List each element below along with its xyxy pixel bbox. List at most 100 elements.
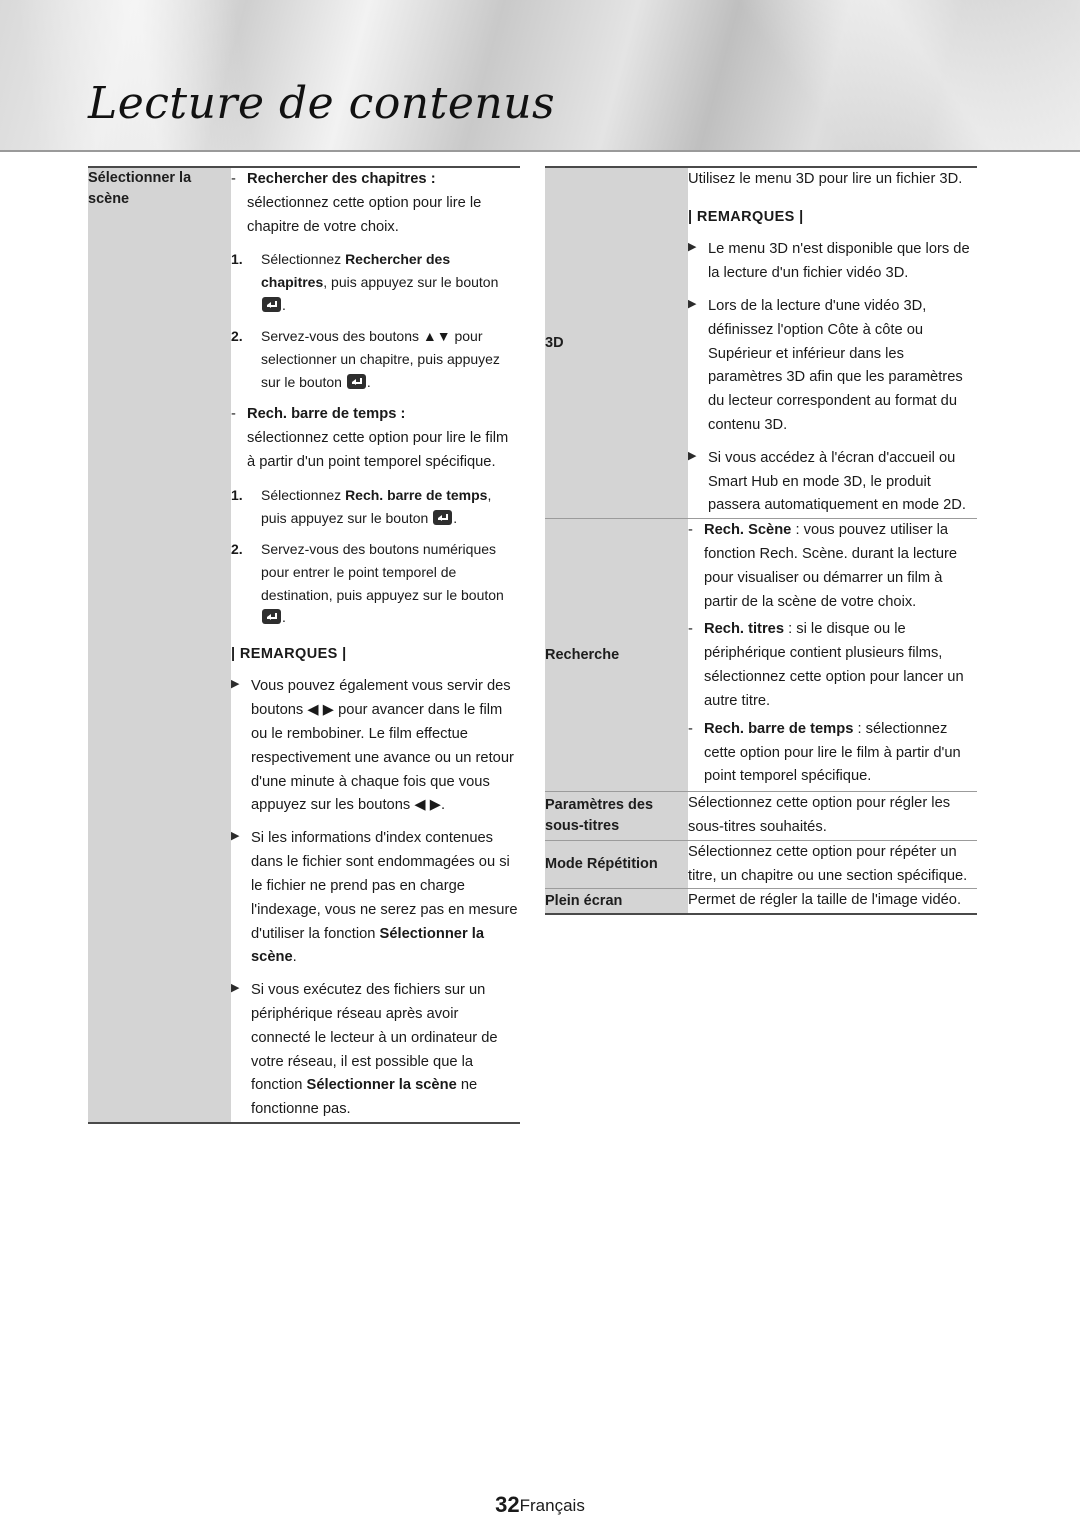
row-label-fullscreen: Plein écran: [545, 888, 688, 916]
item-title: Rechercher des chapitres: [247, 171, 427, 187]
remark-item: ▶ Vous pouvez également vous servir des …: [231, 675, 520, 818]
item-desc: sélectionnez cette option pour lire le c…: [247, 194, 482, 235]
list-item: 1. Sélectionnez Rechercher des chapitres…: [231, 248, 520, 316]
right-column: 3D Utilisez le menu 3D pour lire un fich…: [545, 166, 977, 916]
remarks-heading: | REMARQUES |: [688, 208, 804, 225]
step-pre: Servez-vous des boutons: [261, 328, 423, 345]
list-item: - Rech. titres : si le disque ou le péri…: [688, 618, 977, 713]
page-number: 32: [495, 1492, 520, 1517]
triangle-bullet-icon: ▶: [231, 678, 240, 691]
row-body-recherche: - Rech. Scène : vous pouvez utiliser la …: [688, 518, 977, 793]
step-number: 1.: [231, 486, 243, 503]
remarks-heading: | REMARQUES |: [231, 645, 347, 662]
table-row: Mode Répétition Sélectionnez cette optio…: [545, 840, 977, 890]
row-label-text: 3D: [545, 334, 564, 351]
remark-bold-2: Sélectionner la scène: [306, 1077, 457, 1094]
step-pre: Sélectionnez: [261, 486, 346, 503]
remark-text: Si vous accédez à l'écran d'accueil ou S…: [708, 449, 966, 514]
list-item: - Rech. barre de temps : sélectionnez ce…: [688, 718, 977, 789]
row-body-fullscreen: Permet de régler la taille de l'image vi…: [688, 888, 977, 916]
row-body-3d: Utilisez le menu 3D pour lire un fichier…: [688, 166, 977, 520]
enter-key-icon: [346, 373, 366, 389]
playback-options-table: 3D Utilisez le menu 3D pour lire un fich…: [545, 166, 977, 916]
remark-item: ▶ Si vous exécutez des fichiers sur un p…: [231, 979, 520, 1122]
triangle-bullet-icon: ▶: [688, 241, 697, 254]
dash-bullet-icon: -: [688, 522, 693, 539]
remark-text: Lors de la lecture d'une vidéo 3D, défin…: [708, 297, 963, 433]
page-header: Lecture de contenus: [0, 0, 1080, 152]
row-text: Permet de régler la taille de l'image vi…: [688, 892, 962, 909]
remark-item: ▶ Si les informations d'index contenues …: [231, 827, 520, 970]
left-right-arrow-icon: ◀ ▶: [307, 702, 335, 719]
table-row: Plein écran Permet de régler la taille d…: [545, 888, 977, 916]
item-title: Rech. barre de temps: [704, 720, 854, 737]
step-tail: .: [282, 296, 286, 313]
triangle-bullet-icon: ▶: [688, 449, 697, 462]
step-number: 2.: [231, 541, 243, 558]
item-title: Rech. Scène: [704, 522, 792, 539]
table-row: 3D Utilisez le menu 3D pour lire un fich…: [545, 166, 977, 520]
triangle-bullet-icon: ▶: [231, 982, 240, 995]
dash-bullet-icon: -: [688, 720, 693, 737]
enter-key-icon: [262, 296, 281, 312]
remark-text-0c: .: [440, 797, 446, 814]
updown-arrow-icon: ▲▼: [422, 328, 451, 345]
row-text: Sélectionnez cette option pour régler le…: [688, 795, 951, 835]
step-post: , puis appuyez sur le bouton: [323, 274, 499, 291]
row-body-repeat-mode: Sélectionnez cette option pour répéter u…: [688, 840, 977, 890]
page-body: Sélectionner la scène - Rechercher des c…: [0, 152, 1080, 1532]
table-row: Sélectionner la scène - Rechercher des c…: [88, 165, 520, 1125]
triangle-bullet-icon: ▶: [688, 297, 697, 310]
footer-language: Français: [519, 1496, 585, 1515]
item-title: Rech. titres: [704, 621, 784, 638]
list-item: 2. Servez-vous des boutons numériques po…: [231, 538, 520, 629]
row-body-scene-select: - Rechercher des chapitres : sélectionne…: [231, 165, 520, 1125]
enter-key-icon: [433, 509, 453, 525]
step-bold: Rech. barre de temps: [345, 486, 488, 503]
item-colon: :: [426, 171, 436, 187]
item-title: Rech. barre de temps: [247, 406, 397, 423]
list-item: 2. Servez-vous des boutons ▲▼ pour selec…: [231, 325, 520, 393]
scene-select-table: Sélectionner la scène - Rechercher des c…: [88, 165, 520, 1125]
remark-item: ▶ Le menu 3D n'est disponible que lors d…: [688, 238, 977, 286]
remark-text-0b: pour avancer dans le film ou le rembobin…: [251, 702, 514, 814]
step-number: 1.: [231, 251, 243, 268]
row-label-recherche: Recherche: [545, 518, 688, 793]
item-desc: sélectionnez cette option pour lire le f…: [247, 430, 509, 471]
row-label-scene-select: Sélectionner la scène: [88, 165, 231, 1125]
triangle-bullet-icon: ▶: [231, 830, 240, 843]
row-label-text: Recherche: [545, 646, 620, 663]
step-pre: Servez-vous des boutons numériques pour …: [261, 541, 504, 603]
dash-bullet-icon: -: [688, 621, 693, 638]
table-row: Paramètres des sous-titres Sélectionnez …: [545, 791, 977, 841]
dash-bullet-icon: -: [231, 406, 236, 423]
remark-item: ▶ Si vous accédez à l'écran d'accueil ou…: [688, 447, 977, 518]
list-item: - Rechercher des chapitres : sélectionne…: [231, 168, 520, 239]
item-colon: :: [396, 406, 406, 423]
step-tail: .: [282, 609, 286, 626]
intro-text: Utilisez le menu 3D pour lire un fichier…: [688, 171, 963, 187]
row-label-text: Plein écran: [545, 892, 623, 909]
row-label-repeat-mode: Mode Répétition: [545, 840, 688, 890]
remark-text: Le menu 3D n'est disponible que lors de …: [708, 241, 970, 282]
step-number: 2.: [231, 328, 243, 345]
table-row: Recherche - Rech. Scène : vous pouvez ut…: [545, 518, 977, 793]
row-label-text: Paramètres des sous-titres: [545, 796, 654, 834]
left-column: Sélectionner la scène - Rechercher des c…: [88, 165, 520, 1125]
remark-item: ▶ Lors de la lecture d'une vidéo 3D, déf…: [688, 295, 977, 438]
row-label-3d: 3D: [545, 166, 688, 520]
left-right-arrow-icon: ◀ ▶: [414, 797, 441, 814]
row-label-subtitle-settings: Paramètres des sous-titres: [545, 791, 688, 841]
list-item: 1. Sélectionnez Rech. barre de temps, pu…: [231, 484, 520, 529]
list-item: - Rech. Scène : vous pouvez utiliser la …: [688, 519, 977, 614]
remark-text-1b: .: [292, 949, 297, 966]
page-footer: 32Français: [0, 1492, 1080, 1518]
dash-bullet-icon: -: [231, 171, 236, 187]
step-tail: .: [453, 509, 458, 526]
step-tail: .: [366, 373, 371, 390]
page-title: Lecture de contenus: [88, 78, 556, 129]
step-pre: Sélectionnez: [261, 251, 346, 268]
enter-key-icon: [262, 609, 281, 625]
row-text: Sélectionnez cette option pour répéter u…: [688, 843, 968, 884]
list-item: - Rech. barre de temps : sélectionnez ce…: [231, 403, 520, 474]
